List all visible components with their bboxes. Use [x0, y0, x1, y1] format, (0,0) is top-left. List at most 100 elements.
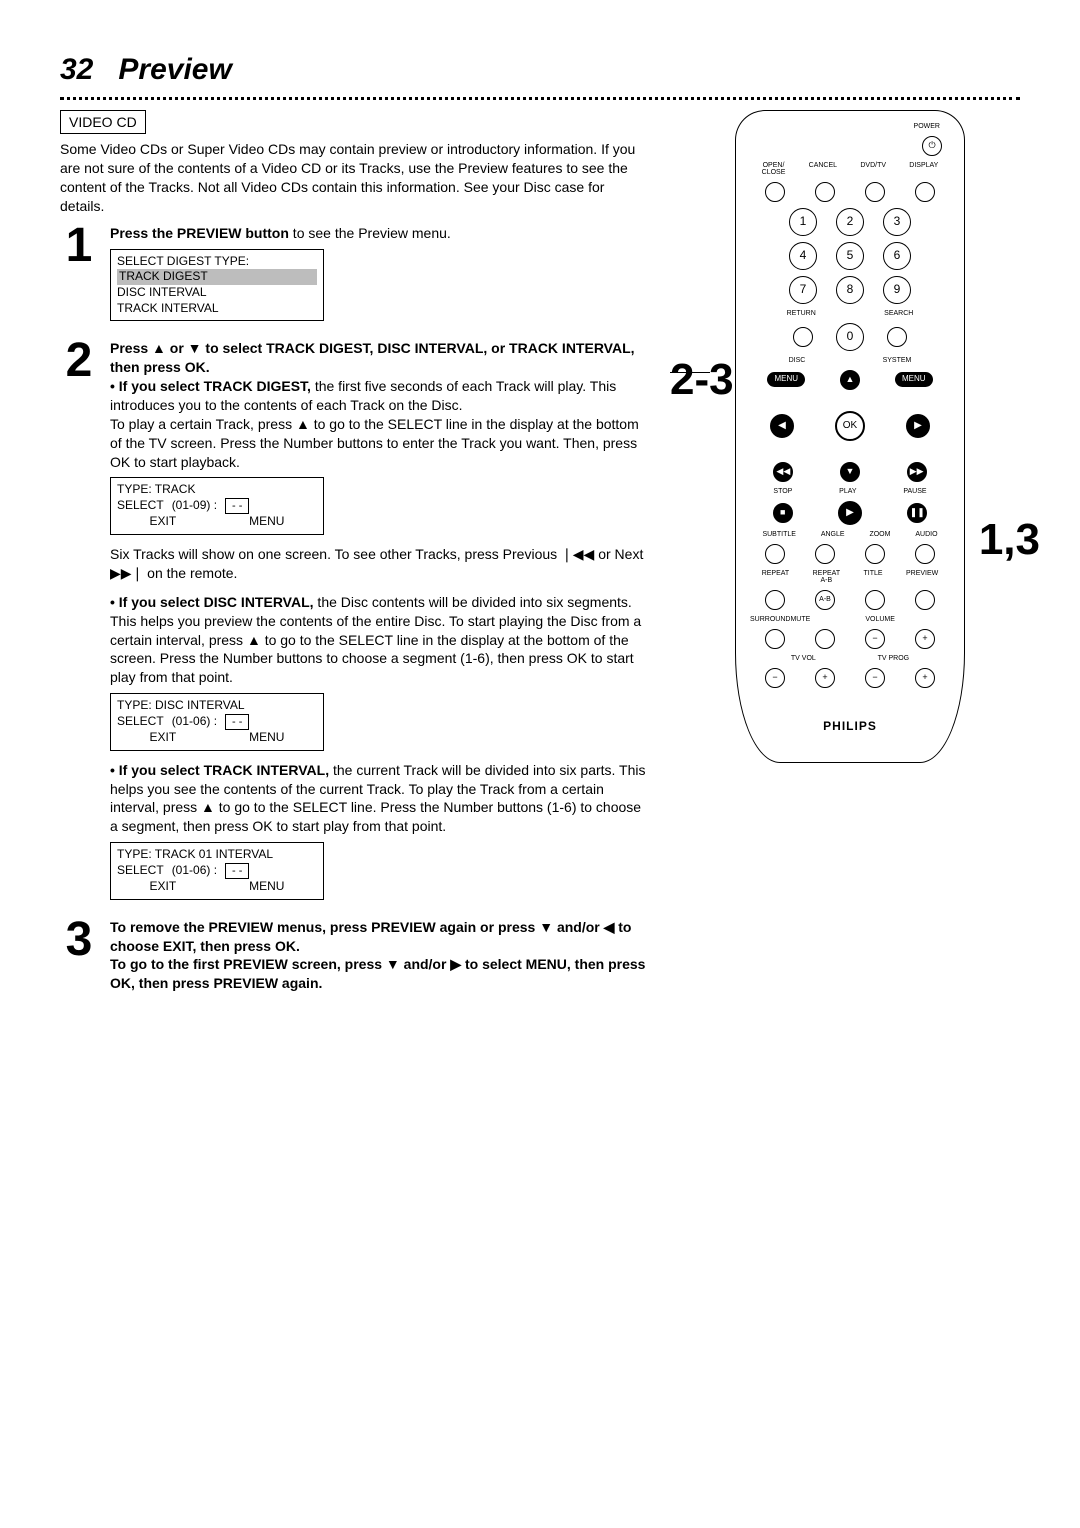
- six-a: Six Tracks will show on one screen. To s…: [110, 546, 561, 562]
- num-5-button[interactable]: 5: [836, 242, 864, 270]
- tv-vol-up-button[interactable]: +: [815, 668, 835, 688]
- system-label: SYSTEM: [883, 357, 912, 364]
- search-label: SEARCH: [884, 310, 913, 317]
- page-title: Preview: [118, 53, 231, 86]
- track-interval-label: • If you select TRACK INTERVAL,: [110, 762, 329, 778]
- tv-vol-down-button[interactable]: −: [765, 668, 785, 688]
- osd-track: TYPE: TRACK SELECT (01-09) : - - EXIT ME…: [110, 477, 324, 534]
- stop-button[interactable]: ■: [773, 503, 793, 523]
- num-4-button[interactable]: 4: [789, 242, 817, 270]
- dvd-tv-button[interactable]: [865, 182, 885, 202]
- tv-prog-up-button[interactable]: +: [915, 668, 935, 688]
- num-0-button[interactable]: 0: [836, 323, 864, 351]
- left-button[interactable]: ◀: [770, 414, 794, 438]
- next-button[interactable]: ▶▶: [907, 462, 927, 482]
- subtitle-button[interactable]: [765, 544, 785, 564]
- osd-menu: MENU: [249, 730, 284, 746]
- cancel-label: CANCEL: [809, 162, 837, 176]
- down-button[interactable]: ▼: [840, 462, 860, 482]
- repeat-button[interactable]: [765, 590, 785, 610]
- right-button[interactable]: ▶: [906, 414, 930, 438]
- power-button[interactable]: ⏻: [922, 136, 942, 156]
- step1-lead: Press the PREVIEW button: [110, 225, 289, 241]
- osd-line: TRACK INTERVAL: [117, 301, 317, 317]
- next-icon: ▶▶❘: [110, 565, 143, 581]
- osd-value: - -: [225, 498, 249, 514]
- osd-digest-type: SELECT DIGEST TYPE: TRACK DIGEST DISC IN…: [110, 249, 324, 321]
- osd-range: (01-06) :: [172, 714, 217, 730]
- step-2: 2 Press ▲ or ▼ to select TRACK DIGEST, D…: [60, 339, 650, 909]
- osd-line: TYPE: DISC INTERVAL: [117, 698, 317, 714]
- zoom-button[interactable]: [865, 544, 885, 564]
- remote-control: POWER ⏻ OPEN/ CLOSE CANCEL DVD/TV DISPLA…: [735, 110, 965, 763]
- page-number: 32: [60, 53, 93, 86]
- stop-label: STOP: [773, 488, 792, 495]
- osd-exit: EXIT: [149, 730, 176, 746]
- track-digest-label: • If you select TRACK DIGEST,: [110, 378, 311, 394]
- surround-button[interactable]: [765, 629, 785, 649]
- disc-label: DISC: [789, 357, 806, 364]
- prev-button[interactable]: ◀◀: [773, 462, 793, 482]
- osd-range: (01-09) :: [172, 498, 217, 514]
- dpad: ◀ OK ▶: [750, 396, 950, 456]
- power-label: POWER: [750, 123, 940, 130]
- cancel-button[interactable]: [815, 182, 835, 202]
- title-button[interactable]: [865, 590, 885, 610]
- six-c: on the remote.: [147, 565, 237, 581]
- tv-vol-label: TV VOL: [791, 655, 816, 662]
- remote-column: 2-3 1,3 POWER ⏻ OPEN/ CLOSE CANCEL DVD/T…: [680, 110, 1020, 763]
- audio-button[interactable]: [915, 544, 935, 564]
- step2-head: Press ▲ or ▼ to select TRACK DIGEST, DIS…: [110, 339, 650, 377]
- content-column: VIDEO CD Some Video CDs or Super Video C…: [60, 110, 650, 994]
- six-b: or Next: [598, 546, 643, 562]
- num-6-button[interactable]: 6: [883, 242, 911, 270]
- repeat-ab-label: REPEAT A-B: [813, 570, 841, 584]
- osd-line: TYPE: TRACK: [117, 482, 317, 498]
- display-label: DISPLAY: [909, 162, 938, 176]
- osd-select: SELECT: [117, 714, 164, 730]
- subtitle-label: SUBTITLE: [762, 531, 795, 538]
- vol-up-button[interactable]: +: [915, 629, 935, 649]
- step-3-number: 3: [60, 918, 98, 961]
- preview-label: PREVIEW: [906, 570, 938, 584]
- callout-line: [670, 372, 710, 373]
- disc-menu-button[interactable]: MENU: [767, 372, 805, 387]
- pause-button[interactable]: ❚❚: [907, 503, 927, 523]
- num-8-button[interactable]: 8: [836, 276, 864, 304]
- callout-2-3: 2-3: [670, 350, 734, 409]
- num-3-button[interactable]: 3: [883, 208, 911, 236]
- tv-prog-down-button[interactable]: −: [865, 668, 885, 688]
- system-menu-button[interactable]: MENU: [895, 372, 933, 387]
- six-tracks-text: Six Tracks will show on one screen. To s…: [110, 545, 650, 583]
- num-9-button[interactable]: 9: [883, 276, 911, 304]
- ok-button[interactable]: OK: [835, 411, 865, 441]
- osd-range: (01-06) :: [172, 863, 217, 879]
- step3-line2: To go to the first PREVIEW screen, press…: [110, 955, 650, 993]
- num-1-button[interactable]: 1: [789, 208, 817, 236]
- return-button[interactable]: [793, 327, 813, 347]
- open-close-button[interactable]: [765, 182, 785, 202]
- vol-down-button[interactable]: −: [865, 629, 885, 649]
- search-button[interactable]: [887, 327, 907, 347]
- display-button[interactable]: [915, 182, 935, 202]
- osd-select: SELECT: [117, 498, 164, 514]
- page-header: 32 Preview: [60, 50, 1020, 100]
- zoom-label: ZOOM: [869, 531, 890, 538]
- play-button[interactable]: ▶: [838, 501, 862, 525]
- mute-button[interactable]: [815, 629, 835, 649]
- repeat-ab-button[interactable]: A-B: [815, 590, 835, 610]
- num-7-button[interactable]: 7: [789, 276, 817, 304]
- up-button[interactable]: ▲: [840, 370, 860, 390]
- volume-label: VOLUME: [810, 616, 950, 623]
- osd-disc-interval: TYPE: DISC INTERVAL SELECT (01-06) : - -…: [110, 693, 324, 750]
- osd-menu: MENU: [249, 879, 284, 895]
- osd-select: SELECT: [117, 863, 164, 879]
- osd-track-interval: TYPE: TRACK 01 INTERVAL SELECT (01-06) :…: [110, 842, 324, 899]
- step-3: 3 To remove the PREVIEW menus, press PRE…: [60, 918, 650, 994]
- osd-line: SELECT DIGEST TYPE:: [117, 254, 317, 270]
- osd-line-highlight: TRACK DIGEST: [117, 269, 317, 285]
- angle-button[interactable]: [815, 544, 835, 564]
- preview-button[interactable]: [915, 590, 935, 610]
- play-label: PLAY: [839, 488, 856, 495]
- num-2-button[interactable]: 2: [836, 208, 864, 236]
